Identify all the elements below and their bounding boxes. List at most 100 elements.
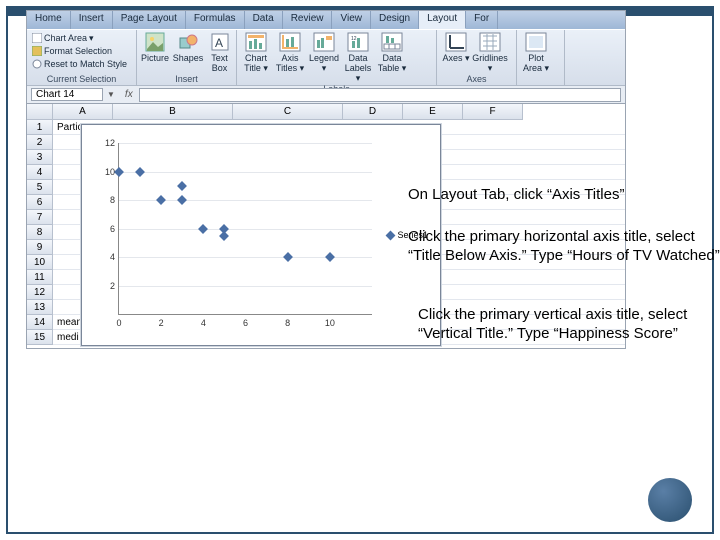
axes-button[interactable]: Axes ▾	[441, 32, 471, 64]
group-labels: Chart Title ▾ Axis Titles ▾ Legend ▾ 12 …	[237, 30, 437, 85]
row-header-3[interactable]: 3	[27, 150, 53, 165]
col-header-F[interactable]: F	[463, 104, 523, 120]
ribbon-tabs: HomeInsertPage LayoutFormulasDataReviewV…	[27, 11, 625, 29]
cell-a15[interactable]: medi	[55, 330, 81, 345]
axes-icon	[445, 32, 467, 52]
row-headers: 123456789101112131415	[27, 120, 53, 345]
legend-icon	[313, 32, 335, 52]
formula-bar: Chart 14 ▼ fx	[27, 85, 625, 103]
data-point[interactable]	[156, 195, 166, 205]
textbox-button[interactable]: A Text Box	[207, 32, 232, 73]
row-header-12[interactable]: 12	[27, 285, 53, 300]
chart-plot-area[interactable]: 246810120246810	[118, 143, 372, 315]
tab-formulas[interactable]: Formulas	[186, 11, 245, 29]
ytick: 10	[97, 167, 115, 177]
reset-icon	[32, 59, 42, 69]
row-header-4[interactable]: 4	[27, 165, 53, 180]
reset-style-button[interactable]: Reset to Match Style	[31, 58, 128, 70]
group-axes: Axes ▾ Gridlines ▾ Axes	[437, 30, 517, 85]
name-box[interactable]: Chart 14	[31, 88, 103, 101]
group-label: Insert	[141, 74, 232, 85]
gridlines-button[interactable]: Gridlines ▾	[475, 32, 505, 74]
col-header-C[interactable]: C	[233, 104, 343, 120]
chart-area-dropdown[interactable]: Chart Area ▾	[31, 32, 95, 44]
excel-window: HomeInsertPage LayoutFormulasDataReviewV…	[26, 10, 626, 349]
format-selection-button[interactable]: Format Selection	[31, 45, 113, 57]
svg-text:12: 12	[351, 36, 357, 42]
data-point[interactable]	[135, 167, 145, 177]
row-header-15[interactable]: 15	[27, 330, 53, 345]
tab-insert[interactable]: Insert	[71, 11, 113, 29]
fx-label: fx	[125, 89, 133, 100]
textbox-icon: A	[210, 32, 230, 52]
xtick: 2	[159, 318, 164, 328]
chart-title-icon	[245, 32, 267, 52]
row-header-10[interactable]: 10	[27, 255, 53, 270]
data-point[interactable]	[325, 252, 335, 262]
data-point[interactable]	[283, 252, 293, 262]
shapes-icon	[178, 32, 198, 52]
row-header-8[interactable]: 8	[27, 225, 53, 240]
tab-home[interactable]: Home	[27, 11, 71, 29]
row-header-6[interactable]: 6	[27, 195, 53, 210]
decorative-circle	[648, 478, 692, 522]
dropdown-icon[interactable]: ▼	[107, 90, 115, 99]
chart-title-button[interactable]: Chart Title ▾	[241, 32, 271, 74]
tab-page-layout[interactable]: Page Layout	[113, 11, 186, 29]
data-point[interactable]	[219, 231, 229, 241]
data-point[interactable]	[114, 167, 124, 177]
tab-design[interactable]: Design	[371, 11, 419, 29]
tab-data[interactable]: Data	[245, 11, 283, 29]
picture-icon	[145, 32, 165, 52]
shapes-button[interactable]: Shapes	[173, 32, 203, 63]
row-header-1[interactable]: 1	[27, 120, 53, 135]
ytick: 12	[97, 138, 115, 148]
formula-input[interactable]	[139, 88, 621, 102]
callout-3: Click the primary vertical axis title, s…	[418, 306, 720, 344]
row-header-9[interactable]: 9	[27, 240, 53, 255]
tab-layout[interactable]: Layout	[419, 11, 466, 29]
dropdown-icon	[32, 33, 42, 43]
col-header-B[interactable]: B	[113, 104, 233, 120]
row-header-13[interactable]: 13	[27, 300, 53, 315]
tab-view[interactable]: View	[332, 11, 371, 29]
xtick: 4	[201, 318, 206, 328]
data-point[interactable]	[177, 181, 187, 191]
row-header-7[interactable]: 7	[27, 210, 53, 225]
ytick: 6	[97, 224, 115, 234]
xtick: 6	[243, 318, 248, 328]
col-header-A[interactable]: A	[53, 104, 113, 120]
row-header-11[interactable]: 11	[27, 270, 53, 285]
tab-review[interactable]: Review	[283, 11, 333, 29]
group-background: Plot Area ▾	[517, 30, 565, 85]
column-headers: ABCDEF	[27, 104, 625, 120]
embedded-chart[interactable]: 246810120246810 Series1	[81, 124, 441, 346]
row-header-14[interactable]: 14	[27, 315, 53, 330]
ytick: 8	[97, 195, 115, 205]
cell-a14[interactable]: mean	[55, 315, 84, 330]
col-header-E[interactable]: E	[403, 104, 463, 120]
tab-for[interactable]: For	[466, 11, 498, 29]
picture-button[interactable]: Picture	[141, 32, 169, 63]
gridlines-icon	[479, 32, 501, 52]
data-point[interactable]	[198, 224, 208, 234]
data-table-button[interactable]: Data Table ▾	[377, 32, 407, 74]
data-table-icon	[381, 32, 403, 52]
svg-text:A: A	[215, 36, 223, 50]
row-header-2[interactable]: 2	[27, 135, 53, 150]
ytick: 2	[97, 281, 115, 291]
group-label	[521, 84, 560, 85]
legend-button[interactable]: Legend ▾	[309, 32, 339, 74]
legend-swatch	[386, 230, 396, 240]
col-header-D[interactable]: D	[343, 104, 403, 120]
callout-2: Click the primary horizontal axis title,…	[408, 228, 720, 266]
data-point[interactable]	[177, 195, 187, 205]
row-header-5[interactable]: 5	[27, 180, 53, 195]
ytick: 4	[97, 252, 115, 262]
axis-titles-button[interactable]: Axis Titles ▾	[275, 32, 305, 74]
callout-1: On Layout Tab, click “Axis Titles”	[408, 186, 624, 205]
data-labels-button[interactable]: 12 Data Labels ▾	[343, 32, 373, 84]
select-all-corner[interactable]	[27, 104, 53, 120]
xtick: 8	[285, 318, 290, 328]
plot-area-button[interactable]: Plot Area ▾	[521, 32, 551, 74]
